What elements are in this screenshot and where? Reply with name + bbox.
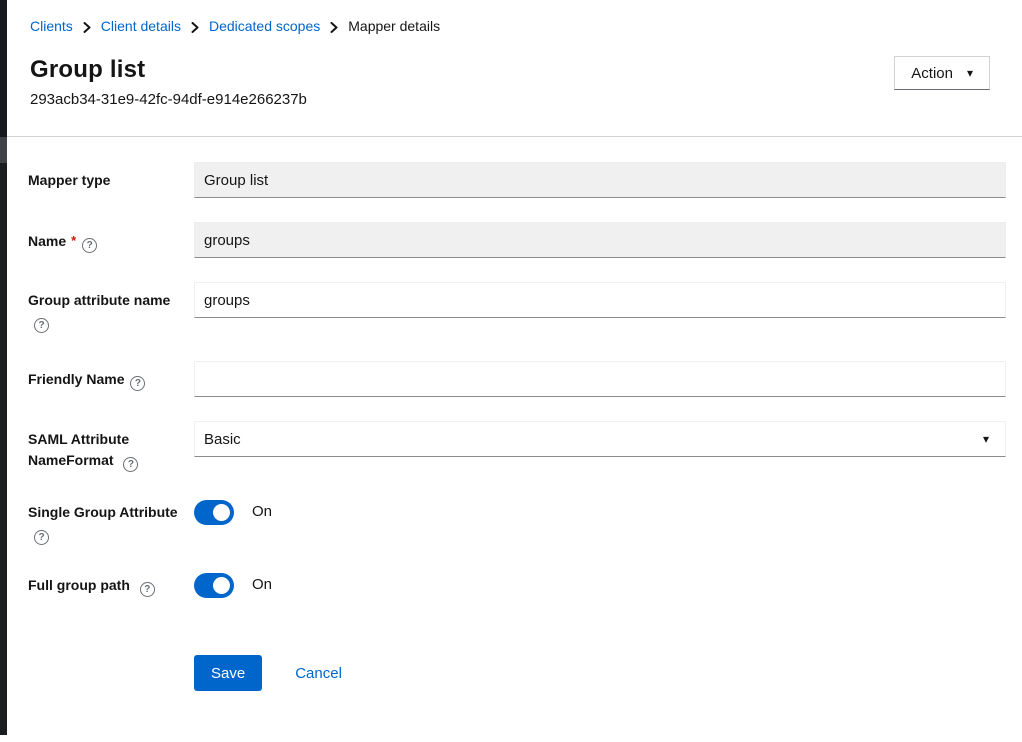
help-icon[interactable]: ? [34,530,49,545]
form-row-saml-attribute-nameformat: SAML Attribute NameFormat ? Basic ▾ [28,421,1006,472]
toggle-knob [213,504,230,521]
friendly-name-input[interactable] [194,361,1006,397]
cancel-link[interactable]: Cancel [295,665,342,682]
group-attribute-name-value: groups [204,292,250,309]
chevron-right-icon [83,21,91,33]
form-row-single-group-attribute: Single Group Attribute ? On [28,500,1006,545]
main-content: Clients Client details Dedicated scopes … [7,0,1022,691]
form-row-name: Name *? groups [28,222,1006,258]
group-attribute-name-label-text: Group attribute name [28,292,170,308]
breadcrumb-clients[interactable]: Clients [30,16,73,37]
breadcrumb-dedicated-scopes[interactable]: Dedicated scopes [209,16,320,37]
help-icon[interactable]: ? [34,318,49,333]
page-title: Group list [30,54,307,85]
form-row-mapper-type: Mapper type Group list [28,162,1006,198]
breadcrumb-mapper-details: Mapper details [348,16,440,37]
action-dropdown-label: Action [911,65,953,82]
friendly-name-label: Friendly Name? [28,361,194,391]
title-block: Group list 293acb34-31e9-42fc-94df-e914e… [30,54,307,108]
name-label: Name *? [28,222,194,253]
mapper-type-value: Group list [204,172,268,189]
sidebar-sliver-body [0,163,7,735]
form-actions-row: Save Cancel [28,655,1006,691]
caret-down-icon: ▾ [967,67,973,79]
breadcrumb-client-details[interactable]: Client details [101,16,181,37]
breadcrumb: Clients Client details Dedicated scopes … [30,16,990,37]
form-actions: Save Cancel [194,655,342,691]
friendly-name-label-text: Friendly Name [28,371,124,387]
single-group-attribute-label-text: Single Group Attribute [28,504,178,520]
save-button[interactable]: Save [194,655,262,691]
page-header: Clients Client details Dedicated scopes … [7,0,1022,137]
sidebar-sliver [0,0,7,735]
saml-attribute-nameformat-label-text: SAML Attribute NameFormat [28,431,129,468]
saml-attribute-nameformat-value: Basic [204,431,241,448]
title-row: Group list 293acb34-31e9-42fc-94df-e914e… [30,54,990,108]
toggle-knob [213,577,230,594]
form-row-full-group-path: Full group path ? On [28,573,1006,598]
chevron-right-icon [191,21,199,33]
single-group-attribute-toggle[interactable] [194,500,234,525]
full-group-path-state: On [252,573,272,593]
caret-down-icon: ▾ [983,433,989,445]
sidebar-sliver-highlight [0,137,7,163]
single-group-attribute-label: Single Group Attribute ? [28,500,194,545]
saml-attribute-nameformat-select[interactable]: Basic ▾ [194,421,1006,457]
group-attribute-name-label: Group attribute name ? [28,282,194,333]
mapper-details-form: Mapper type Group list Name *? groups Gro… [7,137,1022,691]
help-icon[interactable]: ? [140,582,155,597]
full-group-path-toggle[interactable] [194,573,234,598]
sidebar-sliver-masthead [0,0,7,137]
name-label-text: Name [28,233,66,249]
mapper-type-field: Group list [194,162,1006,198]
full-group-path-label: Full group path ? [28,573,194,597]
name-value: groups [204,232,250,249]
form-actions-spacer [28,655,194,663]
mapper-type-label-text: Mapper type [28,172,110,188]
full-group-path-label-text: Full group path [28,577,130,593]
help-icon[interactable]: ? [130,376,145,391]
mapper-type-label: Mapper type [28,162,194,191]
group-attribute-name-input[interactable]: groups [194,282,1006,318]
single-group-attribute-state: On [252,500,272,520]
required-asterisk: * [71,233,76,248]
form-row-friendly-name: Friendly Name? [28,361,1006,397]
help-icon[interactable]: ? [123,457,138,472]
chevron-right-icon [330,21,338,33]
form-row-group-attribute-name: Group attribute name ? groups [28,282,1006,333]
action-dropdown-button[interactable]: Action ▾ [894,56,990,90]
name-field: groups [194,222,1006,258]
help-icon[interactable]: ? [82,238,97,253]
page-subtitle: 293acb34-31e9-42fc-94df-e914e266237b [30,91,307,108]
saml-attribute-nameformat-label: SAML Attribute NameFormat ? [28,421,194,472]
